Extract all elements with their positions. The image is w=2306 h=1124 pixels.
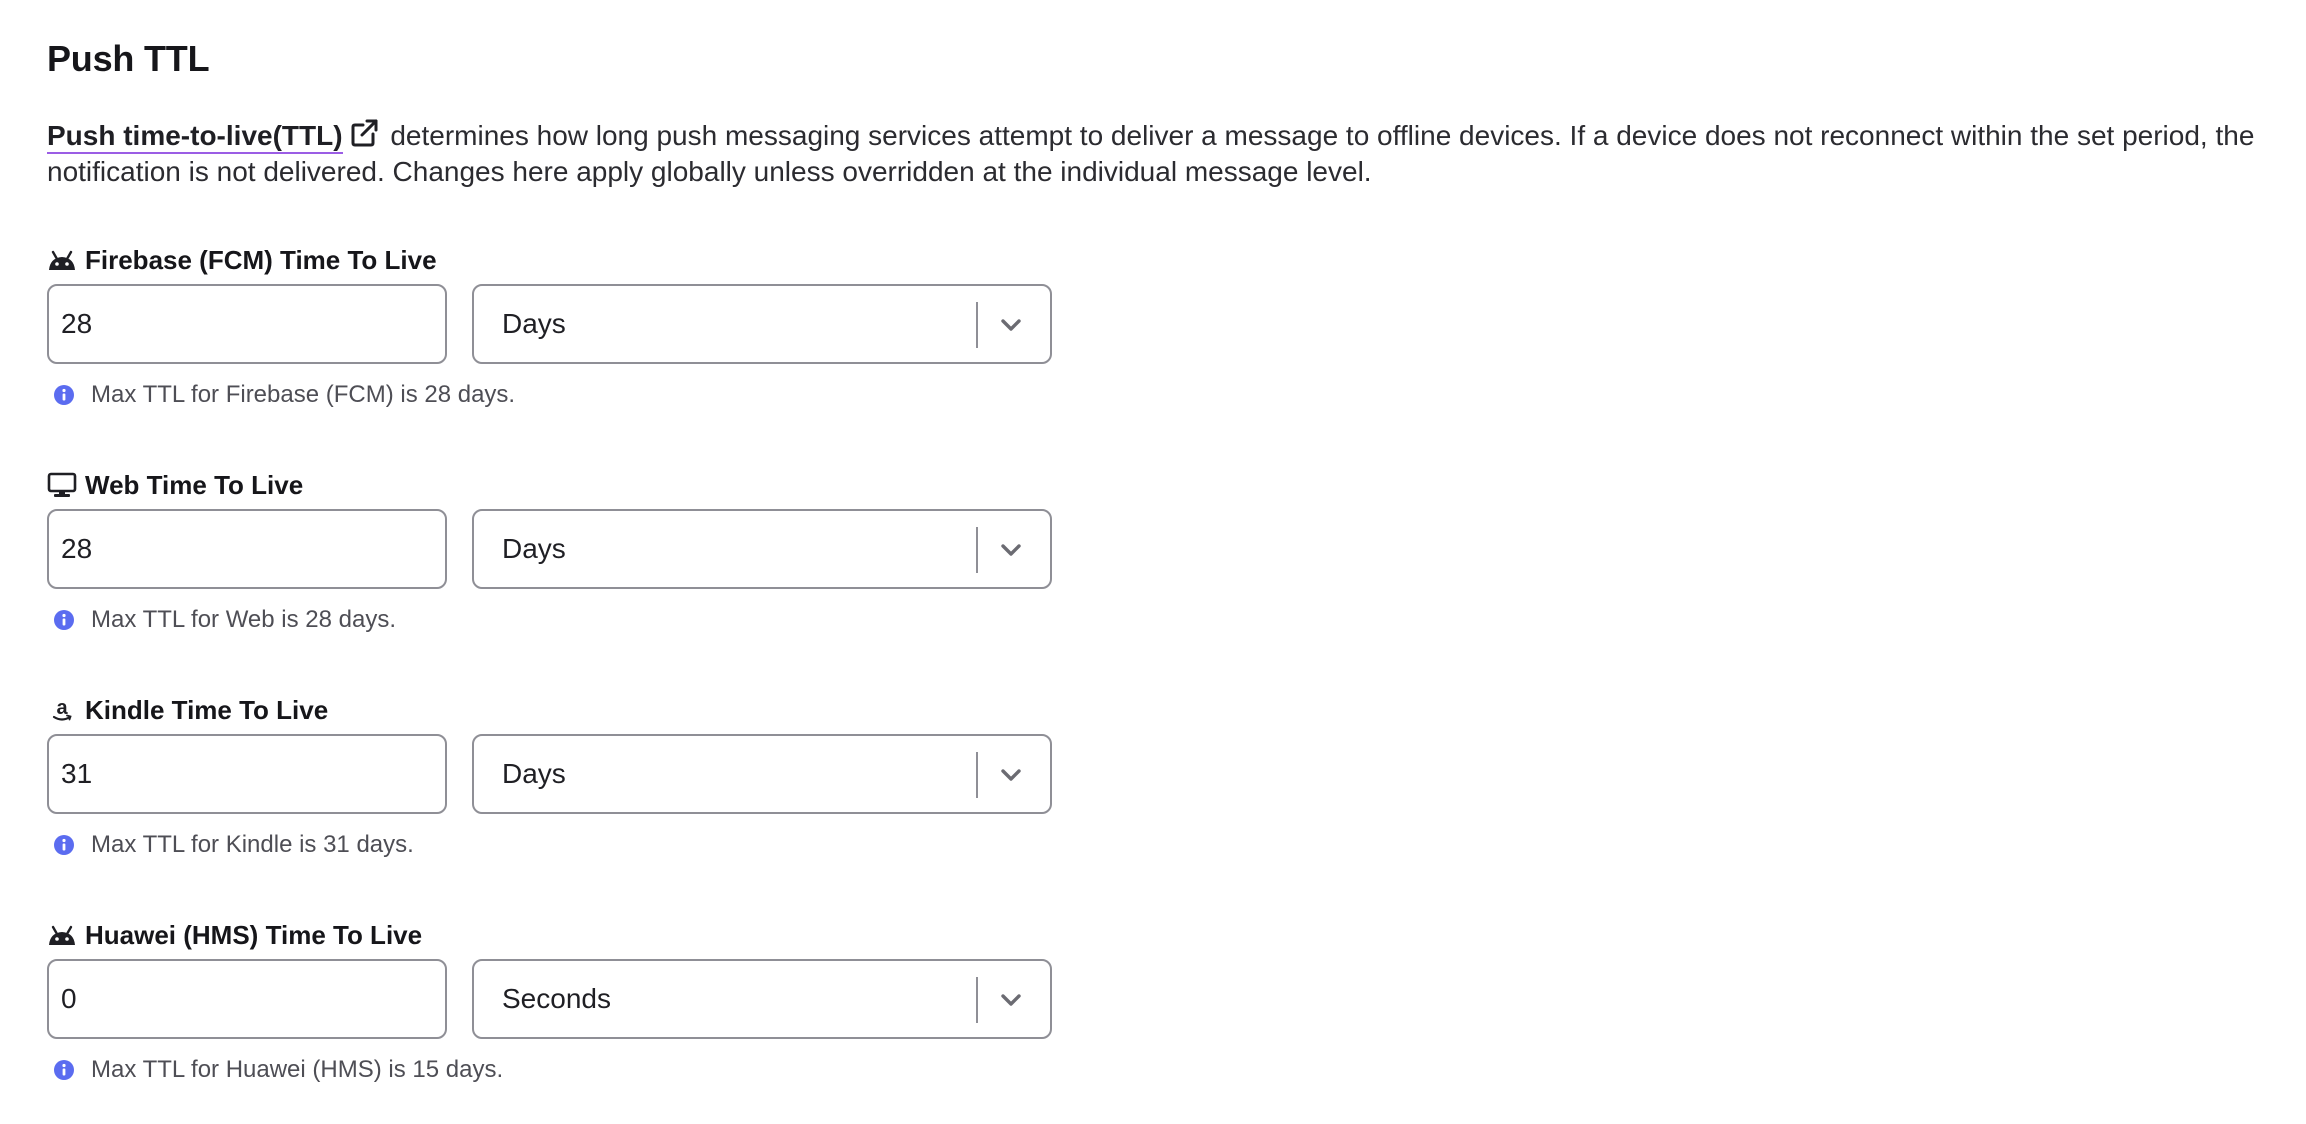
info-icon (54, 835, 74, 855)
hms-ttl-hint: Max TTL for Huawei (HMS) is 15 days. (53, 1055, 503, 1085)
web-ttl-unit-select[interactable]: Days (472, 509, 1052, 589)
kindle-ttl-label-text: Kindle Time To Live (85, 694, 329, 725)
select-divider (976, 752, 978, 798)
chevron-down-icon (1001, 769, 1021, 781)
desktop-icon (47, 471, 77, 499)
chevron-down-icon (1001, 544, 1021, 556)
info-icon (54, 1060, 74, 1080)
kindle-ttl-hint: Max TTL for Kindle is 31 days. (53, 830, 414, 860)
kindle-ttl-unit-value: Days (502, 758, 566, 789)
intro-text: Push time-to-live(TTL) determines how lo… (47, 118, 2277, 190)
select-divider (976, 977, 978, 1023)
amazon-icon: a (47, 696, 77, 724)
chevron-down-icon (1001, 994, 1021, 1006)
hms-ttl-unit-value: Seconds (502, 983, 611, 1014)
kindle-ttl-unit-select[interactable]: Days (472, 734, 1052, 814)
fcm-ttl-hint: Max TTL for Firebase (FCM) is 28 days. (53, 380, 515, 410)
kindle-ttl-label: a Kindle Time To Live (47, 694, 328, 726)
external-link-icon[interactable] (349, 118, 379, 148)
hms-ttl-label-text: Huawei (HMS) Time To Live (85, 919, 423, 950)
push-ttl-doc-link[interactable]: Push time-to-live(TTL) (47, 120, 343, 154)
chevron-down-icon (1001, 319, 1021, 331)
info-icon (54, 610, 74, 630)
android-icon (47, 921, 77, 949)
web-ttl-hint-text: Max TTL for Web is 28 days. (91, 606, 397, 633)
web-ttl-hint: Max TTL for Web is 28 days. (53, 605, 396, 635)
fcm-ttl-input[interactable] (47, 284, 447, 364)
web-ttl-unit-value: Days (502, 533, 566, 564)
fcm-ttl-unit-value: Days (502, 308, 566, 339)
kindle-ttl-hint-text: Max TTL for Kindle is 31 days. (91, 831, 414, 858)
hms-ttl-hint-text: Max TTL for Huawei (HMS) is 15 days. (91, 1056, 504, 1083)
web-ttl-input[interactable] (47, 509, 447, 589)
fcm-ttl-unit-select[interactable]: Days (472, 284, 1052, 364)
fcm-ttl-hint-text: Max TTL for Firebase (FCM) is 28 days. (91, 381, 516, 408)
select-divider (976, 302, 978, 348)
hms-ttl-input[interactable] (47, 959, 447, 1039)
web-ttl-label-text: Web Time To Live (85, 469, 304, 500)
hms-ttl-label: Huawei (HMS) Time To Live (47, 919, 422, 951)
info-icon (54, 385, 74, 405)
hms-ttl-unit-select[interactable]: Seconds (472, 959, 1052, 1039)
fcm-ttl-label-text: Firebase (FCM) Time To Live (85, 244, 437, 275)
page-title: Push TTL (47, 38, 210, 79)
android-icon (47, 246, 77, 274)
web-ttl-label: Web Time To Live (47, 469, 303, 501)
fcm-ttl-label: Firebase (FCM) Time To Live (47, 244, 437, 276)
kindle-ttl-input[interactable] (47, 734, 447, 814)
select-divider (976, 527, 978, 573)
